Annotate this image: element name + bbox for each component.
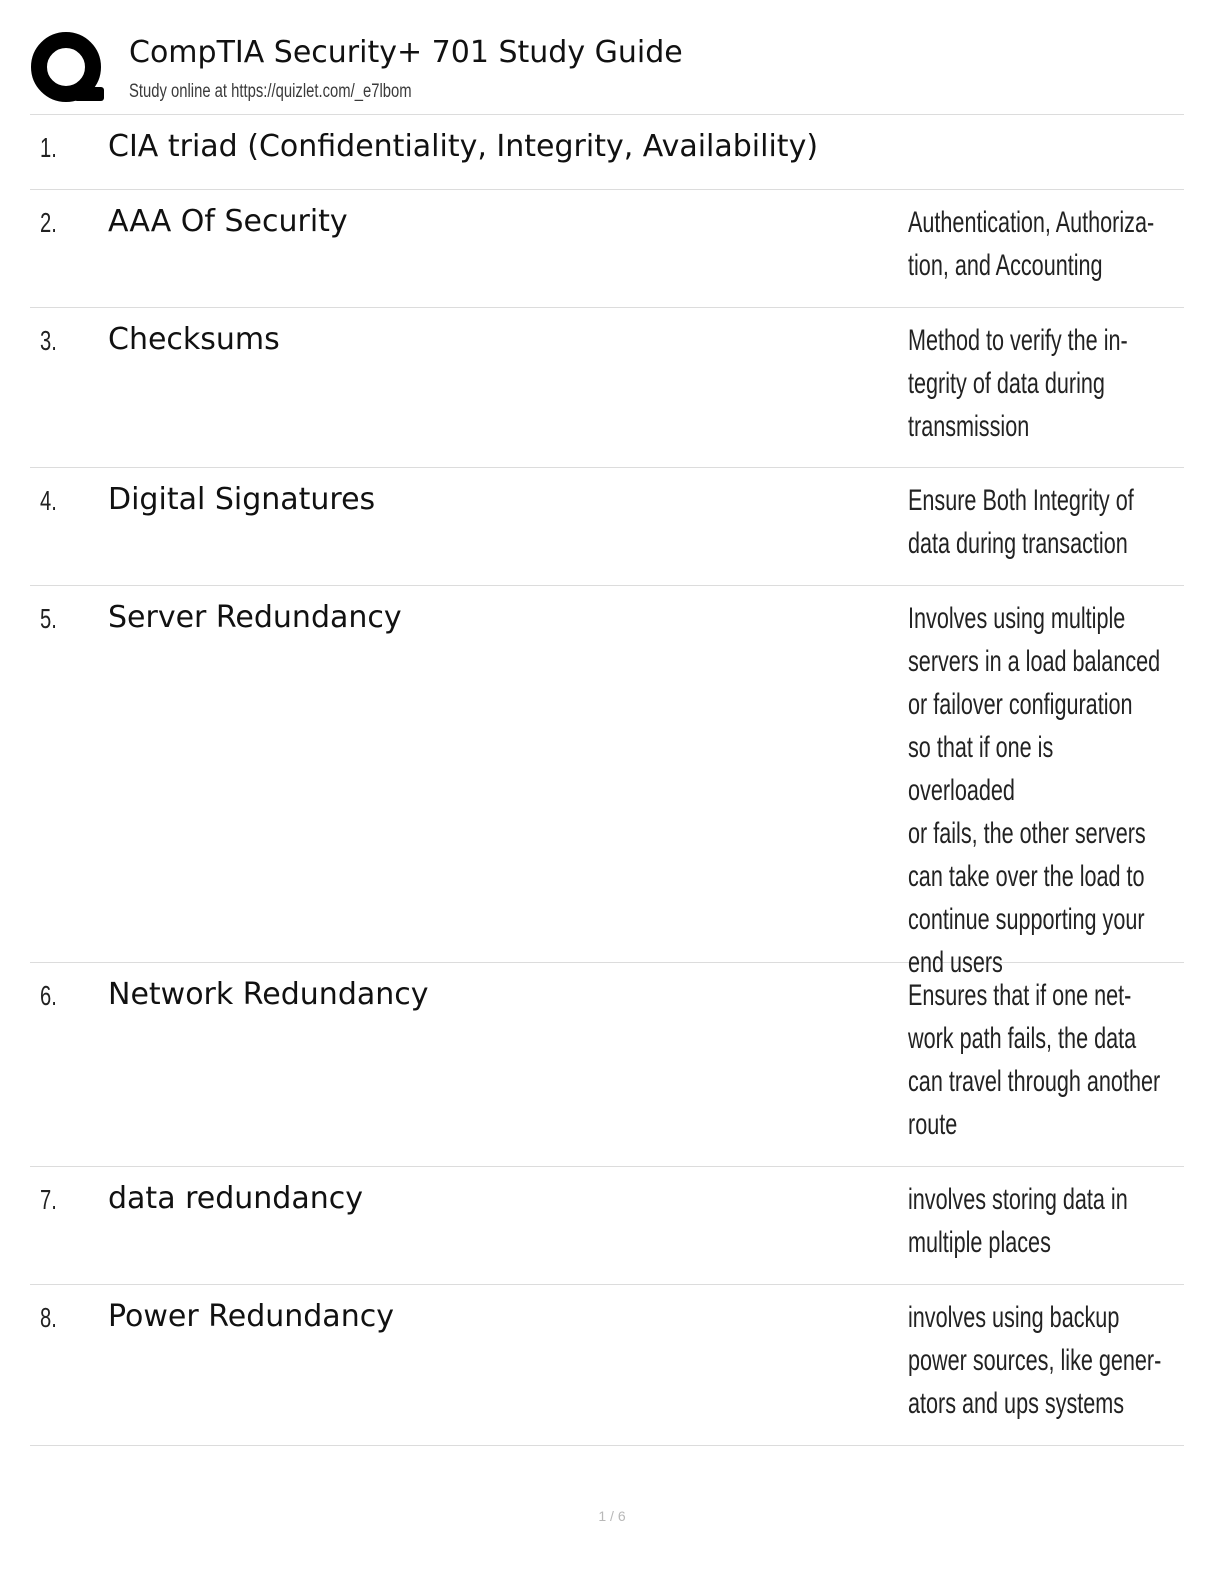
entry-number: 7. <box>40 1184 57 1215</box>
entry-term: Power Redundancy <box>108 1299 394 1334</box>
entry-definition: Authentication, Authoriza- tion, and Acc… <box>908 206 1155 282</box>
entry-definition: Method to verify the in- tegrity of data… <box>908 324 1128 443</box>
flashcard-entry: 2. AAA Of Security Authentication, Autho… <box>30 190 1184 308</box>
entry-term: Server Redundancy <box>108 600 402 635</box>
entry-number: 3. <box>40 325 57 356</box>
document-header: CompTIA Security+ 701 Study Guide Study … <box>30 30 1184 115</box>
quizlet-q-logo-icon <box>31 32 104 102</box>
entry-number: 4. <box>40 485 57 516</box>
entry-number: 1. <box>40 132 57 163</box>
entry-definition: Ensures that if one net- work path fails… <box>908 979 1161 1141</box>
entry-number: 2. <box>40 207 57 238</box>
flashcard-entry: 3. Checksums Method to verify the in- te… <box>30 308 1184 468</box>
entry-term: Checksums <box>108 322 280 357</box>
document-subtitle: Study online at https://quizlet.com/_e7l… <box>129 81 412 102</box>
flashcard-entry: 7. data redundancy involves storing data… <box>30 1167 1184 1285</box>
entry-term: AAA Of Security <box>108 204 348 239</box>
flashcard-entry: 4. Digital Signatures Ensure Both Integr… <box>30 468 1184 586</box>
entry-definition: Ensure Both Integrity of data during tra… <box>908 484 1134 560</box>
flashcard-entry: 8. Power Redundancy involves using backu… <box>30 1285 1184 1446</box>
entry-definition: Involves using multiple servers in a loa… <box>908 602 1161 979</box>
entry-definition: involves using backup power sources, lik… <box>908 1301 1162 1420</box>
entry-number: 6. <box>40 980 57 1011</box>
page-number: 1 / 6 <box>598 1508 626 1524</box>
entry-number: 8. <box>40 1302 57 1333</box>
flashcard-entry: 1. CIA triad (Confidentiality, Integrity… <box>30 115 1184 190</box>
entry-term: CIA triad (Confidentiality, Integrity, A… <box>108 129 819 164</box>
document-title: CompTIA Security+ 701 Study Guide <box>129 35 683 70</box>
entry-number: 5. <box>40 603 57 634</box>
flashcard-entry: 5. Server Redundancy Involves using mult… <box>30 586 1184 979</box>
entry-term: Network Redundancy <box>108 977 429 1012</box>
flashcard-entry: 6. Network Redundancy Ensures that if on… <box>30 963 1184 1167</box>
entry-definition: involves storing data in multiple places <box>908 1183 1128 1259</box>
entry-term: data redundancy <box>108 1181 363 1216</box>
entry-term: Digital Signatures <box>108 482 376 517</box>
